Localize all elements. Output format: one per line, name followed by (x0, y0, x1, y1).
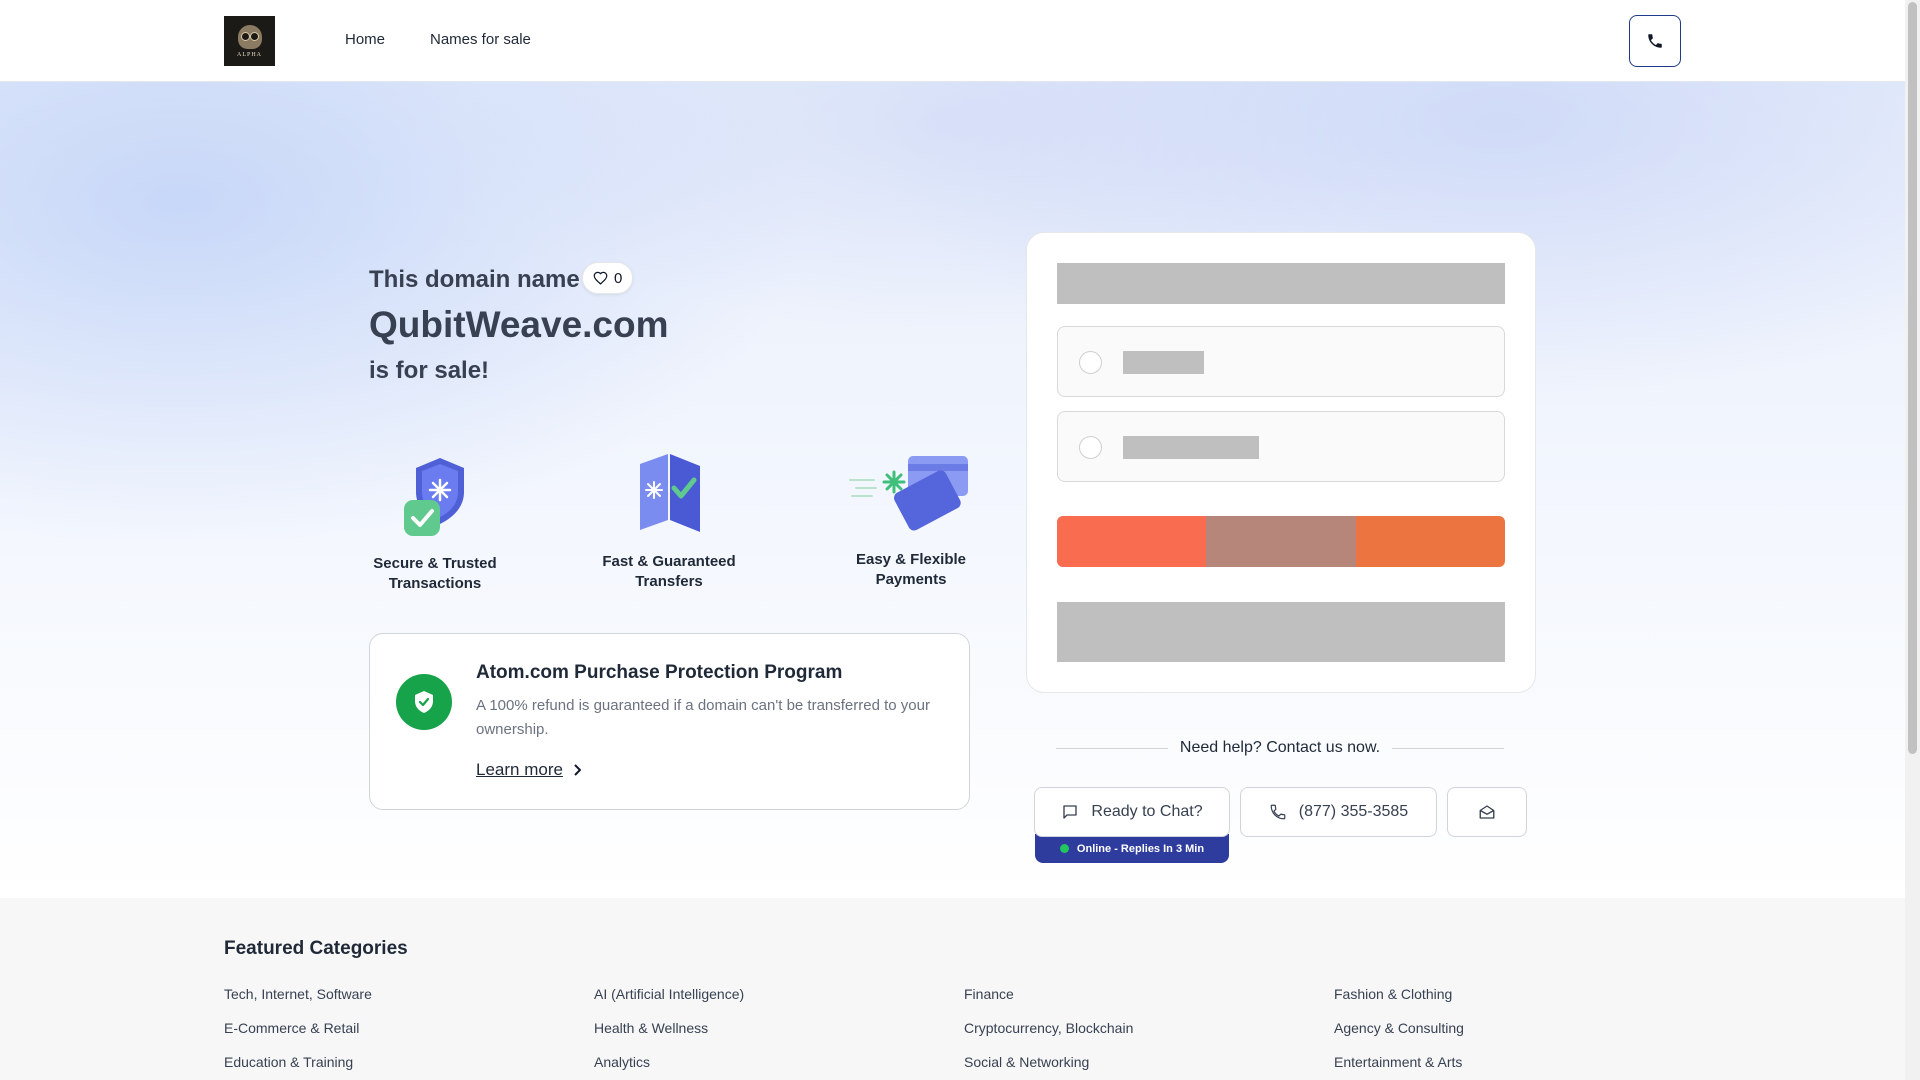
skeleton-secondary-button (1057, 602, 1505, 662)
chat-button-label: Ready to Chat? (1091, 803, 1203, 820)
category-link[interactable]: Agency & Consulting (1334, 1020, 1464, 1036)
buy-now-button[interactable] (1057, 516, 1505, 567)
category-link[interactable]: E-Commerce & Retail (224, 1020, 359, 1036)
feature-payments-line2: Payments (875, 571, 947, 588)
page-scrollbar[interactable] (1905, 0, 1920, 1080)
feature-transfers-line2: Transfers (635, 573, 703, 590)
purchase-protection-card: Atom.com Purchase Protection Program A 1… (369, 633, 970, 810)
logo-text: ALPHA (236, 51, 262, 58)
help-text: Need help? Contact us now. (1179, 739, 1381, 756)
feature-transfers: Fast & Guaranteed Transfers (594, 450, 744, 592)
category-link[interactable]: Fashion & Clothing (1334, 986, 1452, 1002)
divider-right (1392, 748, 1504, 749)
skeleton-price-bar (1057, 263, 1505, 304)
feature-secure: Secure & Trusted Transactions (360, 450, 510, 594)
shield-check-icon (360, 450, 510, 546)
skeleton-option-2-label (1123, 436, 1259, 459)
purchase-form-card (1026, 232, 1536, 693)
owl-logo-icon (237, 24, 262, 49)
skeleton-option-1-label (1123, 351, 1204, 374)
site-header: ALPHA Home Names for sale (0, 0, 1905, 82)
like-count: 0 (614, 269, 623, 287)
category-link[interactable]: Education & Training (224, 1054, 353, 1070)
feature-payments-line1: Easy & Flexible (855, 551, 967, 568)
heart-icon (593, 271, 608, 285)
header-phone-button[interactable] (1629, 15, 1681, 67)
online-status-text: Online - Replies In 3 Min (1076, 842, 1205, 855)
protection-description: A 100% refund is guaranteed if a domain … (476, 697, 930, 738)
category-link[interactable]: Tech, Internet, Software (224, 986, 372, 1002)
category-link[interactable]: Social & Networking (964, 1054, 1089, 1070)
category-link[interactable]: Entertainment & Arts (1334, 1054, 1462, 1070)
learn-more-link[interactable]: Learn more (476, 760, 581, 780)
category-link[interactable]: Cryptocurrency, Blockchain (964, 1020, 1133, 1036)
scrollbar-thumb[interactable] (1908, 2, 1917, 754)
title-prefix: This domain name (369, 266, 580, 293)
chat-button[interactable]: Ready to Chat? (1034, 787, 1230, 837)
site-logo[interactable]: ALPHA (224, 16, 275, 66)
feature-secure-line1: Secure & Trusted (373, 555, 497, 572)
envelope-icon (1479, 805, 1495, 819)
featured-categories-section: Featured Categories Tech, Internet, Soft… (0, 898, 1905, 1080)
transfer-icon (594, 450, 744, 544)
category-link[interactable]: Health & Wellness (594, 1020, 708, 1036)
feature-payments: Easy & Flexible Payments (836, 450, 986, 590)
category-link[interactable]: Analytics (594, 1054, 650, 1070)
feature-transfers-line1: Fast & Guaranteed (602, 553, 736, 570)
like-button[interactable]: 0 (582, 262, 634, 294)
radio-option-1[interactable] (1079, 351, 1102, 374)
phone-icon (1270, 804, 1286, 820)
domain-name: QubitWeave.com (369, 304, 669, 345)
shield-badge-icon (396, 674, 452, 730)
nav-home-link[interactable]: Home (345, 31, 385, 48)
phone-number: (877) 355-3585 (1298, 803, 1409, 820)
learn-more-label: Learn more (476, 760, 563, 779)
category-link[interactable]: AI (Artificial Intelligence) (594, 986, 744, 1002)
email-button[interactable] (1447, 787, 1527, 837)
category-link[interactable]: Finance (964, 986, 1014, 1002)
purchase-option-1[interactable] (1057, 326, 1505, 397)
radio-option-2[interactable] (1079, 436, 1102, 459)
phone-icon (1648, 34, 1662, 48)
call-button[interactable]: (877) 355-3585 (1240, 787, 1437, 837)
chat-icon (1063, 805, 1078, 819)
chevron-right-icon (574, 764, 581, 776)
featured-categories-title: Featured Categories (224, 938, 408, 959)
purchase-option-2[interactable] (1057, 411, 1505, 482)
online-dot-icon (1059, 844, 1069, 853)
feature-secure-line2: Transactions (388, 575, 482, 592)
protection-title: Atom.com Purchase Protection Program (476, 662, 843, 683)
nav-names-for-sale-link[interactable]: Names for sale (430, 31, 531, 48)
card-icon (836, 450, 986, 542)
title-suffix: is for sale! (369, 357, 490, 384)
online-status-bar: Online - Replies In 3 Min (1035, 834, 1229, 863)
divider-left (1056, 748, 1168, 749)
